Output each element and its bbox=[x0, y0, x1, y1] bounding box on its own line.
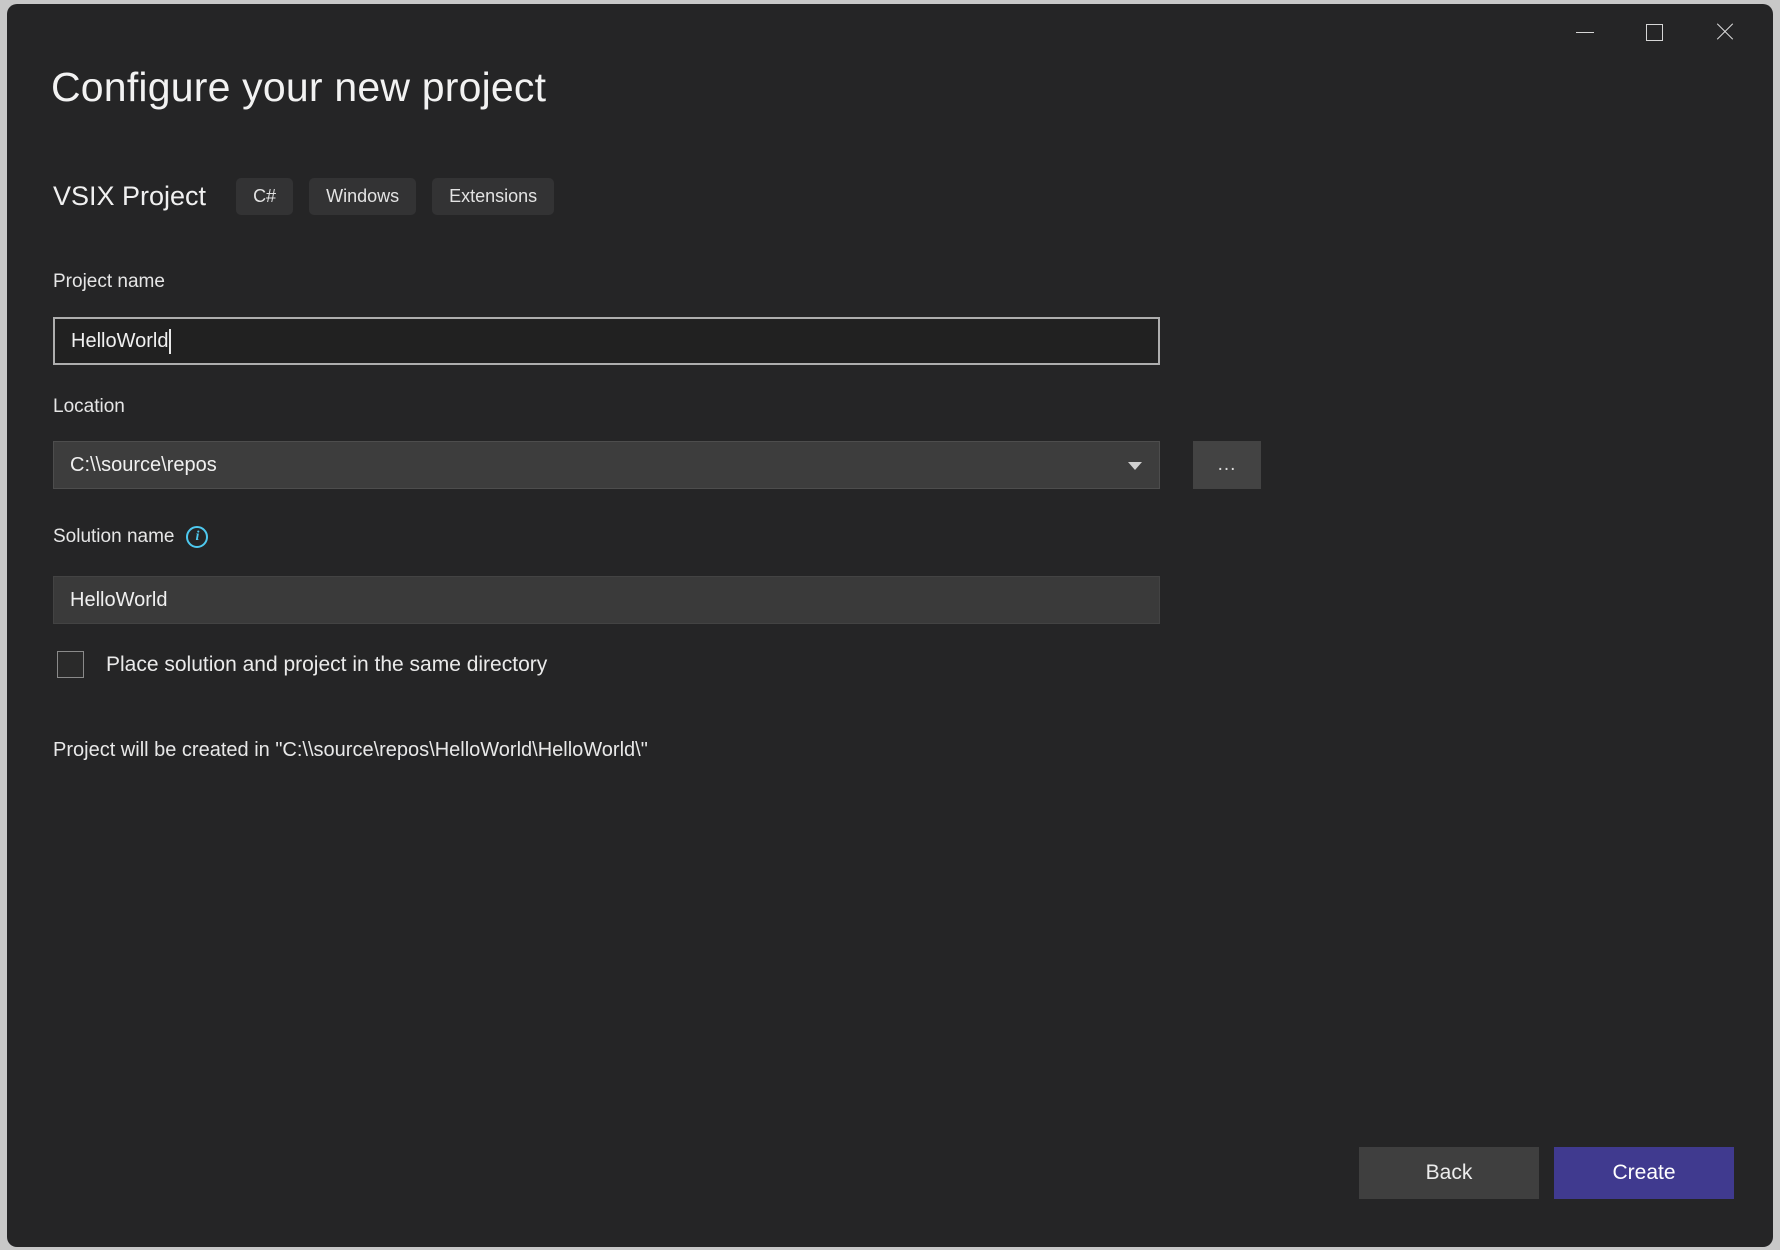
location-combobox[interactable]: C:\\source\repos bbox=[53, 441, 1160, 489]
project-name-input[interactable]: HelloWorld bbox=[53, 317, 1160, 365]
same-directory-checkbox[interactable] bbox=[57, 651, 84, 678]
tag-language: C# bbox=[236, 177, 294, 215]
location-value: C:\\source\repos bbox=[70, 453, 217, 476]
minimize-button[interactable] bbox=[1554, 4, 1616, 60]
info-icon[interactable]: i bbox=[186, 526, 209, 548]
creation-path-note: Project will be created in "C:\\source\r… bbox=[53, 739, 648, 761]
minimize-icon bbox=[1576, 31, 1594, 33]
same-directory-label: Place solution and project in the same d… bbox=[106, 652, 548, 676]
chevron-down-icon[interactable] bbox=[1128, 462, 1142, 470]
maximize-button[interactable] bbox=[1623, 4, 1685, 60]
project-name-label: Project name bbox=[53, 271, 165, 292]
solution-name-input[interactable]: HelloWorld bbox=[53, 576, 1160, 624]
close-icon bbox=[1714, 22, 1734, 42]
same-directory-checkbox-row[interactable]: Place solution and project in the same d… bbox=[57, 651, 547, 678]
tag-platform: Windows bbox=[309, 177, 417, 215]
template-summary: VSIX Project C# Windows Extensions bbox=[53, 176, 570, 216]
create-button[interactable]: Create bbox=[1554, 1147, 1734, 1199]
project-name-value: HelloWorld bbox=[71, 329, 169, 352]
browse-location-button[interactable]: ... bbox=[1193, 441, 1261, 489]
solution-name-label-text: Solution name bbox=[53, 526, 175, 547]
template-name: VSIX Project bbox=[53, 180, 207, 211]
title-bar bbox=[7, 4, 1773, 60]
solution-name-value: HelloWorld bbox=[70, 588, 168, 611]
tag-category: Extensions bbox=[432, 177, 555, 215]
configure-project-dialog: Configure your new project VSIX Project … bbox=[7, 4, 1773, 1247]
close-button[interactable] bbox=[1693, 4, 1755, 60]
page-title: Configure your new project bbox=[51, 64, 547, 110]
back-button[interactable]: Back bbox=[1359, 1147, 1539, 1199]
maximize-icon bbox=[1645, 23, 1663, 41]
text-caret bbox=[169, 328, 171, 354]
location-label: Location bbox=[53, 396, 125, 417]
solution-name-label: Solution name i bbox=[53, 526, 209, 548]
